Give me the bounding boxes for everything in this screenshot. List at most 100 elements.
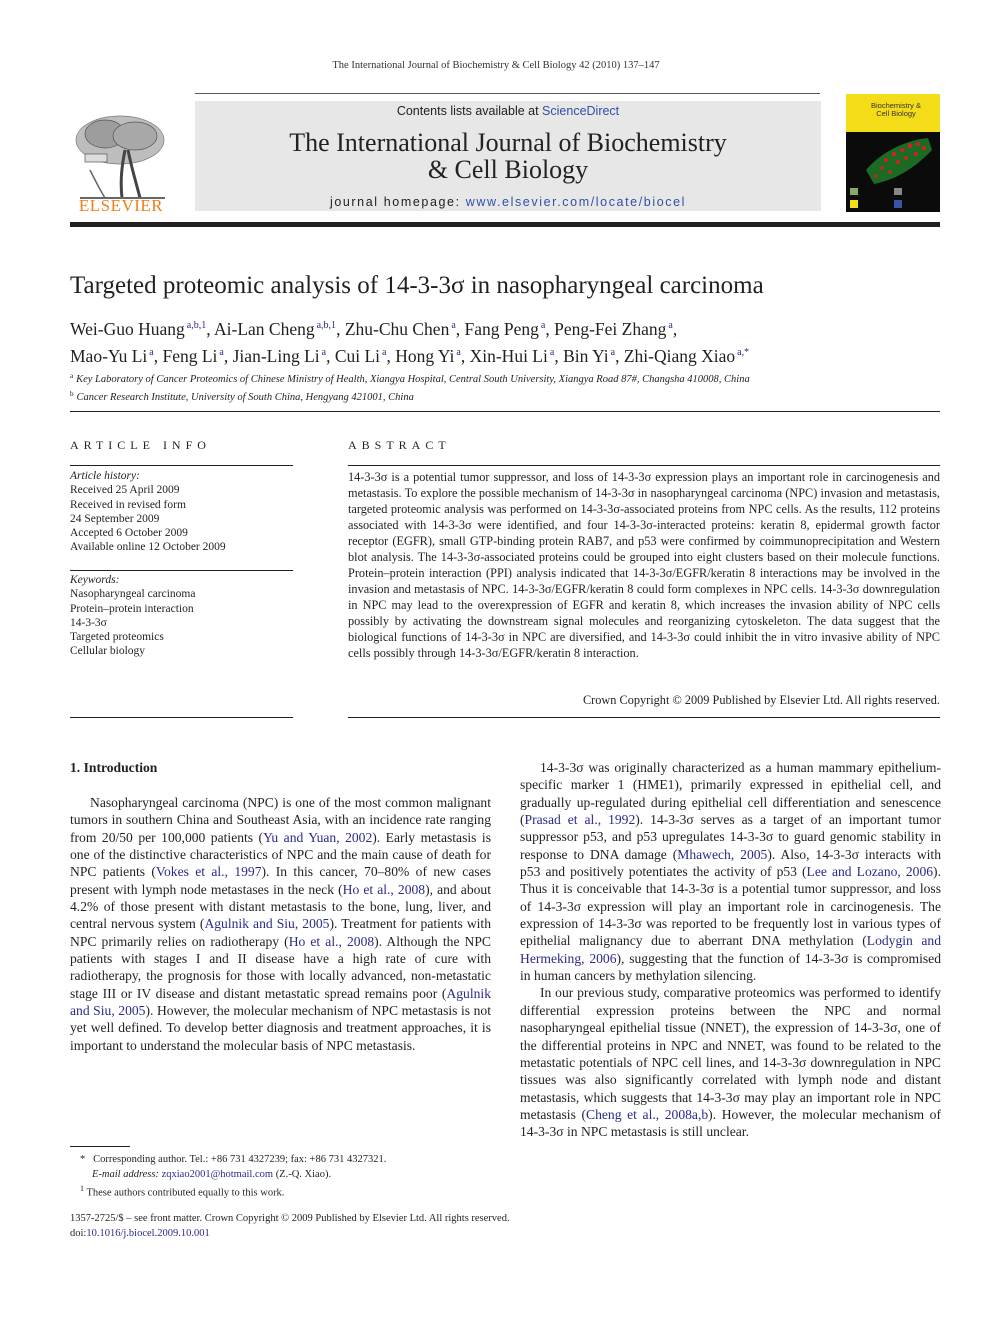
history-label: Article history:: [70, 470, 140, 482]
front-matter: 1357-2725/$ – see front matter. Crown Co…: [70, 1211, 770, 1241]
corresponding-author-note: * Corresponding author. Tel.: +86 731 43…: [80, 1153, 530, 1168]
journal-title-line1: The International Journal of Biochemistr…: [289, 128, 727, 157]
body-paragraph: In our previous study, comparative prote…: [520, 985, 941, 1140]
citation-link[interactable]: Cheng et al., 2008a,b: [586, 1107, 708, 1122]
citation-link[interactable]: Yu and Yuan, 2002: [263, 830, 372, 845]
section-heading-introduction: 1. Introduction: [70, 760, 158, 775]
citation-link[interactable]: Prasad et al., 1992: [525, 812, 636, 827]
keywords: Keywords: Nasopharyngeal carcinoma Prote…: [70, 573, 293, 659]
citation-link[interactable]: Ho et al., 2008: [289, 934, 374, 949]
author-affiliation-mark[interactable]: a: [149, 347, 153, 358]
affiliation-a: a Key Laboratory of Cancer Proteomics of …: [70, 369, 940, 387]
body-column-right: 14-3-3σ was originally characterized as …: [520, 759, 941, 1141]
cover-micrograph-icon: [850, 138, 932, 208]
author-affiliation-mark[interactable]: a,*: [737, 347, 749, 358]
journal-homepage: journal homepage: www.elsevier.com/locat…: [195, 195, 821, 209]
sciencedirect-link[interactable]: ScienceDirect: [542, 104, 619, 118]
affiliation-mark: b: [70, 390, 74, 398]
doi-line: doi:10.1016/j.biocel.2009.10.001: [70, 1226, 770, 1241]
issn-line: 1357-2725/$ – see front matter. Crown Co…: [70, 1213, 510, 1224]
keyword: Targeted proteomics: [70, 631, 164, 644]
corresponding-text: Corresponding author. Tel.: +86 731 4327…: [93, 1154, 387, 1165]
article-title: Targeted proteomic analysis of 14-3-3σ i…: [70, 272, 764, 299]
contents-line: Contents lists available at ScienceDirec…: [195, 104, 821, 118]
abstract-text: 14-3-3σ is a potential tumor suppressor,…: [348, 470, 940, 660]
doi-prefix: doi:: [70, 1228, 87, 1239]
affiliation-b: b Cancer Research Institute, University o…: [70, 387, 940, 405]
title-rule: [70, 411, 940, 412]
email-label: E-mail address:: [92, 1168, 159, 1180]
author-affiliation-mark[interactable]: a: [382, 347, 386, 358]
author-name: Zhi-Qiang Xiao: [623, 346, 736, 366]
affiliation-mark: a: [70, 372, 74, 380]
author-affiliation-mark[interactable]: a,b,1: [317, 320, 336, 331]
cover-title-band: Biochemistry & Cell Biology: [846, 94, 940, 132]
doi-link[interactable]: 10.1016/j.biocel.2009.10.001: [86, 1228, 209, 1239]
article-info-heading: ARTICLE INFO: [70, 438, 211, 452]
author-affiliation-mark[interactable]: a: [219, 347, 223, 358]
running-head: The International Journal of Biochemistr…: [332, 60, 660, 71]
citation-link[interactable]: Mhawech, 2005: [677, 847, 767, 862]
author-name: Xin-Hui Li: [469, 346, 548, 366]
article-info-bottom-rule: [70, 717, 293, 718]
author-name: Jian-Ling Li: [232, 346, 320, 366]
contents-prefix: Contents lists available at: [396, 104, 543, 118]
email-suffix: (Z.-Q. Xiao).: [273, 1168, 332, 1180]
publisher-wordmark: ELSEVIER: [78, 196, 164, 215]
footnote-rule: [70, 1146, 130, 1147]
abstract-heading: ABSTRACT: [348, 438, 451, 452]
abstract-rule: [348, 465, 940, 466]
body-paragraph: Nasopharyngeal carcinoma (NPC) is one of…: [70, 795, 492, 1053]
citation-link[interactable]: Agulnik and Siu, 2005: [70, 986, 491, 1018]
homepage-link[interactable]: www.elsevier.com/locate/biocel: [466, 195, 686, 209]
citation-link[interactable]: Vokes et al., 1997: [156, 864, 262, 879]
author-affiliation-mark[interactable]: a: [550, 347, 554, 358]
citation-link[interactable]: Lee and Lozano, 2006: [807, 864, 934, 879]
author-list: Wei-Guo Huang a,b,1, Ai-Lan Cheng a,b,1, Z…: [70, 319, 750, 366]
author-name: Hong Yi: [395, 346, 455, 366]
author-name: Zhu-Chu Chen: [344, 319, 450, 339]
author-name: Cui Li: [334, 346, 381, 366]
author-affiliation-mark[interactable]: a: [322, 347, 326, 358]
keyword: Nasopharyngeal carcinoma: [70, 588, 196, 601]
affiliation-text: Cancer Research Institute, University of…: [76, 392, 414, 403]
author-name: Bin Yi: [563, 346, 609, 366]
author-name: Wei-Guo Huang: [70, 319, 185, 339]
keywords-rule: [70, 570, 293, 571]
body-paragraph: 14-3-3σ was originally characterized as …: [520, 760, 942, 984]
equal-contribution-note: 1 These authors contributed equally to t…: [80, 1182, 530, 1201]
history-item: Available online 12 October 2009: [70, 541, 226, 554]
journal-title-line2: & Cell Biology: [427, 155, 589, 184]
author-name: Peng-Fei Zhang: [554, 319, 667, 339]
body-column-left: Nasopharyngeal carcinoma (NPC) is one of…: [70, 794, 491, 1054]
equal-contribution-text: These authors contributed equally to thi…: [86, 1187, 285, 1199]
masthead-rule: [70, 222, 940, 227]
email-note: E-mail address: zqxiao2001@hotmail.com (…: [80, 1168, 530, 1183]
citation-link[interactable]: Lodygin and Hermeking, 2006: [520, 933, 941, 965]
citation-link[interactable]: Ho et al., 2008: [343, 882, 425, 897]
footnotes: * Corresponding author. Tel.: +86 731 43…: [80, 1153, 530, 1201]
affiliations: a Key Laboratory of Cancer Proteomics of …: [70, 369, 940, 405]
history-item: Received 25 April 2009: [70, 484, 180, 497]
keyword: Protein–protein interaction: [70, 602, 194, 615]
header-rule: [195, 93, 820, 94]
author-affiliation-mark[interactable]: a: [541, 320, 545, 331]
homepage-prefix: journal homepage:: [329, 195, 466, 209]
citation-link[interactable]: Agulnik and Siu, 2005: [204, 916, 329, 931]
author-affiliation-mark[interactable]: a,b,1: [187, 320, 206, 331]
cover-title-line2: Cell Biology: [876, 109, 916, 118]
history-item: Accepted 6 October 2009: [70, 527, 188, 540]
email-link[interactable]: zqxiao2001@hotmail.com: [162, 1169, 273, 1180]
keyword: Cellular biology: [70, 645, 146, 658]
author-affiliation-mark[interactable]: a: [456, 347, 460, 358]
abstract-copyright: Crown Copyright © 2009 Published by Else…: [582, 693, 940, 707]
article-info-rule: [70, 465, 293, 466]
author-affiliation-mark[interactable]: a: [668, 320, 672, 331]
history-item: Received in revised form: [70, 498, 186, 511]
affiliation-text: Key Laboratory of Cancer Proteomics of C…: [76, 374, 750, 385]
author-affiliation-mark[interactable]: a: [611, 347, 615, 358]
author-affiliation-mark[interactable]: a: [451, 320, 455, 331]
journal-title: The International Journal of Biochemistr…: [195, 129, 821, 183]
keyword: 14-3-3σ: [70, 616, 107, 629]
author-name: Fang Peng: [464, 319, 539, 339]
